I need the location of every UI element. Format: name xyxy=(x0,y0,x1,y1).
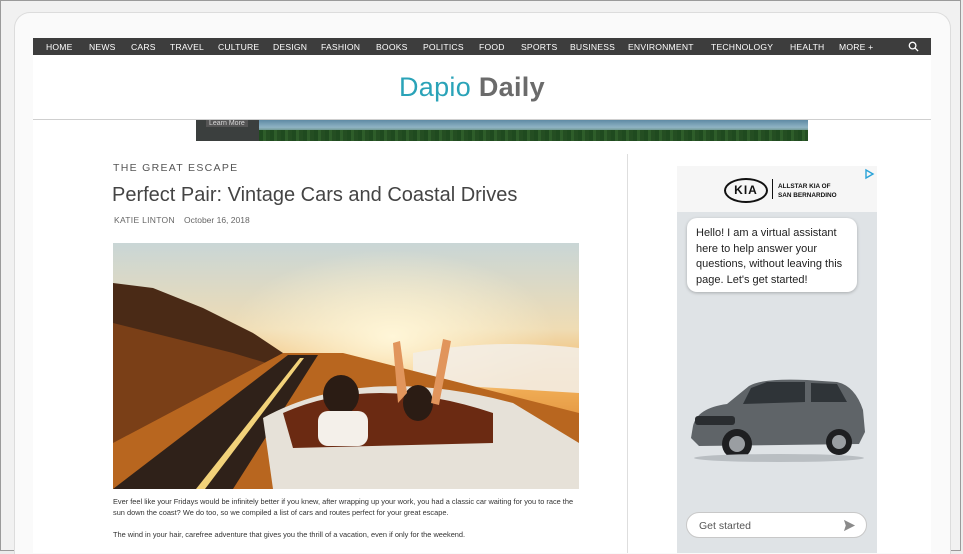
article-title: Perfect Pair: Vintage Cars and Coastal D… xyxy=(112,184,518,206)
nav-item-business[interactable]: BUSINESS xyxy=(570,42,615,52)
chat-input-placeholder: Get started xyxy=(699,520,751,532)
kia-logo: KIA xyxy=(724,178,768,203)
nav-item-cars[interactable]: CARS xyxy=(131,42,156,52)
assistant-message-bubble: Hello! I am a virtual assistant here to … xyxy=(687,218,857,292)
banner-forest-image xyxy=(259,130,808,141)
nav-item-more[interactable]: MORE + xyxy=(839,42,873,52)
nav-item-culture[interactable]: CULTURE xyxy=(218,42,259,52)
car-image xyxy=(691,379,865,462)
ad-brand-header: KIA ALLSTAR KIA OF SAN BERNARDINO xyxy=(677,166,877,212)
hero-image xyxy=(113,243,579,489)
sidebar-ad[interactable]: KIA ALLSTAR KIA OF SAN BERNARDINO Hello!… xyxy=(677,166,877,553)
logo-dapio: Dapio xyxy=(399,72,472,102)
banner-learn-more-button[interactable]: Learn More xyxy=(206,120,248,127)
article-author[interactable]: KATIE LINTON xyxy=(114,215,175,225)
top-navigation-bar: HOME NEWS CARS TRAVEL CULTURE DESIGN FAS… xyxy=(33,38,931,55)
dealer-line: SAN BERNARDINO xyxy=(778,192,837,199)
nav-item-design[interactable]: DESIGN xyxy=(273,42,307,52)
logo-daily: Daily xyxy=(478,72,545,102)
article-paragraph: Ever feel like your Fridays would be inf… xyxy=(113,497,574,517)
webpage: HOME NEWS CARS TRAVEL CULTURE DESIGN FAS… xyxy=(33,38,931,553)
column-divider xyxy=(627,154,628,553)
nav-item-politics[interactable]: POLITICS xyxy=(423,42,464,52)
article-date: October 16, 2018 xyxy=(184,215,250,225)
nav-item-travel[interactable]: TRAVEL xyxy=(170,42,204,52)
nav-item-environment[interactable]: ENVIRONMENT xyxy=(628,42,694,52)
nav-item-fashion[interactable]: FASHION xyxy=(321,42,360,52)
nav-item-home[interactable]: HOME xyxy=(46,42,73,52)
site-header: Dapio Daily xyxy=(33,55,931,120)
nav-item-health[interactable]: HEALTH xyxy=(790,42,824,52)
adchoices-icon[interactable] xyxy=(863,168,875,180)
chat-input-field[interactable]: Get started xyxy=(686,512,867,538)
site-logo[interactable]: Dapio Daily xyxy=(399,72,545,103)
send-icon[interactable] xyxy=(843,519,856,532)
article-body: Ever feel like your Fridays would be inf… xyxy=(113,496,583,540)
logo-separator xyxy=(772,179,773,199)
article-paragraph: The wind in your hair, carefree adventur… xyxy=(113,530,466,539)
nav-item-technology[interactable]: TECHNOLOGY xyxy=(711,42,773,52)
banner-ad[interactable]: Learn More xyxy=(196,120,808,141)
dealer-line: ALLSTAR KIA OF xyxy=(778,183,831,190)
nav-item-sports[interactable]: SPORTS xyxy=(521,42,557,52)
nav-item-books[interactable]: BOOKS xyxy=(376,42,408,52)
nav-item-news[interactable]: NEWS xyxy=(89,42,116,52)
search-icon[interactable] xyxy=(908,41,919,52)
dealer-name: ALLSTAR KIA OF SAN BERNARDINO xyxy=(778,182,837,200)
article-kicker[interactable]: THE GREAT ESCAPE xyxy=(113,162,238,174)
nav-item-food[interactable]: FOOD xyxy=(479,42,505,52)
